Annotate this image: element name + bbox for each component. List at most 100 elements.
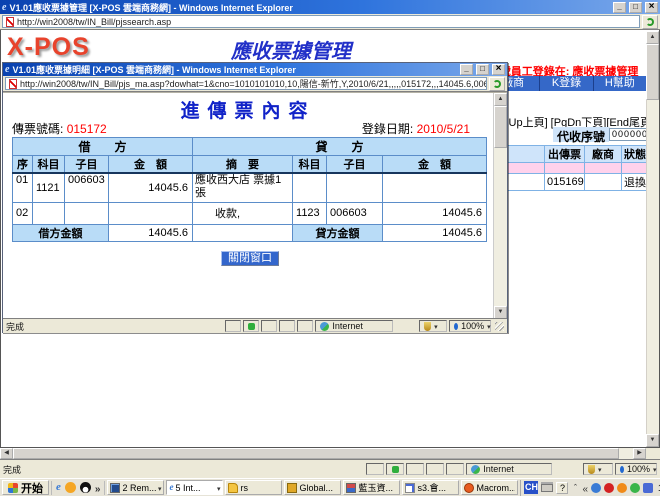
status-segment	[261, 320, 277, 332]
scroll-thumb[interactable]	[646, 44, 659, 100]
page-heading: 應收票據管理	[161, 35, 421, 64]
scroll-down-icon[interactable]	[494, 306, 507, 318]
minimize-icon[interactable]	[460, 64, 473, 75]
scroll-left-icon[interactable]	[0, 448, 13, 459]
col-debit-account: 科目	[33, 156, 65, 174]
tray-messenger-icon[interactable]	[591, 483, 601, 493]
tray-qq-icon[interactable]	[604, 483, 614, 493]
taskbar-button-folder[interactable]: rs	[225, 480, 282, 495]
shield-icon	[424, 322, 431, 331]
status-text: 完成	[3, 463, 364, 476]
globe-icon	[471, 465, 480, 474]
security-zone-panel: Internet	[466, 463, 552, 475]
scrollbar-corner	[646, 448, 660, 459]
popup-titlebar[interactable]: V1.01應收票據明細 [X-POS 雲端商務網] - Windows Inte…	[3, 63, 507, 76]
table-row: 01 1121 006603 14045.6 應收西大店 票據1張	[13, 173, 487, 202]
maximize-icon[interactable]	[476, 64, 489, 75]
qq-icon[interactable]	[80, 482, 91, 493]
register-date-value: 2010/5/21	[417, 122, 470, 136]
collect-serial-label: 代收序號	[553, 127, 609, 142]
zone-label: Internet	[483, 464, 514, 474]
main-horizontal-scrollbar[interactable]	[0, 448, 646, 459]
close-window-button[interactable]: 關閉窗口	[221, 251, 279, 266]
cell-seq: 02	[13, 202, 33, 224]
scroll-up-icon[interactable]	[646, 31, 659, 44]
close-icon[interactable]	[645, 2, 658, 13]
maximize-icon[interactable]	[629, 2, 642, 13]
menu-item-help[interactable]: H幫助	[594, 76, 647, 91]
chevron-collapse-icon[interactable]	[582, 479, 588, 496]
tray-app-icon[interactable]	[617, 483, 627, 493]
filter-cell	[622, 163, 648, 174]
start-button[interactable]: 开始	[2, 480, 49, 495]
chevron-down-icon	[487, 321, 491, 331]
phishing-filter-icon	[392, 466, 399, 473]
taskbar-button-label: 2 Rem...	[122, 483, 155, 493]
taskbar-button-remote-group[interactable]: 2 Rem...	[107, 480, 164, 495]
menu-item-login[interactable]: K登錄	[540, 76, 593, 91]
protected-mode-panel[interactable]	[419, 320, 447, 332]
taskbar-button-ie-group[interactable]: 5 Int...	[166, 480, 223, 495]
resize-grip[interactable]	[495, 322, 504, 331]
language-indicator[interactable]: CH	[524, 481, 538, 494]
voucher-detail-table: 借 方 貸 方 序 科目 子目 金 額 摘 要 科目 子目 金 額 01 112…	[12, 137, 487, 242]
status-segment	[386, 463, 404, 475]
credit-group-header: 貸 方	[193, 138, 487, 156]
taskbar-button-global[interactable]: Global...	[284, 480, 341, 495]
cell-vendor	[585, 174, 622, 191]
cell-status: 退換	[622, 174, 648, 191]
voucher-info-row: 傳票號碼: 015172 登錄日期: 2010/5/21	[12, 120, 470, 137]
printer-icon[interactable]	[541, 484, 553, 492]
scroll-down-icon[interactable]	[646, 434, 659, 447]
taskbar-button-lanyu[interactable]: 藍玉資...	[343, 480, 400, 495]
debit-total-value: 14045.6	[109, 224, 193, 241]
messenger-icon[interactable]	[65, 482, 76, 493]
shield-icon	[588, 465, 595, 474]
scroll-thumb[interactable]	[494, 106, 507, 148]
col-seq: 序	[13, 156, 33, 174]
taskbar-button-label: 5 Int...	[175, 483, 200, 493]
xpos-logo: X-POS	[7, 33, 90, 62]
close-icon[interactable]	[492, 64, 505, 75]
taskbar-button-document[interactable]: s3.會...	[402, 480, 459, 495]
quick-launch-bar	[51, 481, 105, 495]
hscroll-thumb[interactable]	[13, 448, 619, 459]
popup-vertical-scrollbar[interactable]	[493, 93, 507, 318]
totals-memo-cell	[193, 224, 293, 241]
main-vertical-scrollbar[interactable]	[646, 31, 659, 447]
collect-serial-input[interactable]: 000000	[609, 128, 647, 141]
popup-address-input[interactable]: http://win2008/tw/IN_Bill/pjs_ma.asp?dow…	[5, 77, 487, 90]
main-window-title: V1.01應收票據管理 [X-POS 雲端商務網] - Windows Inte…	[9, 1, 610, 14]
zoom-panel[interactable]: 100%	[449, 320, 491, 332]
cell-credit-account	[293, 173, 327, 202]
safely-remove-icon[interactable]	[571, 483, 579, 493]
main-titlebar[interactable]: V1.01應收票據管理 [X-POS 雲端商務網] - Windows Inte…	[0, 0, 660, 14]
scroll-right-icon[interactable]	[633, 448, 646, 459]
tray-network-icon[interactable]	[643, 483, 653, 493]
refresh-button[interactable]	[642, 15, 658, 29]
cell-out-voucher: 015169	[545, 174, 585, 191]
scroll-up-icon[interactable]	[494, 93, 507, 106]
main-horizontal-scrollbar-row	[0, 448, 660, 459]
ie-icon[interactable]	[56, 482, 61, 493]
help-icon[interactable]	[556, 482, 568, 494]
cell-debit-amount: 14045.6	[109, 173, 193, 202]
ie-icon	[5, 64, 9, 75]
protected-mode-panel[interactable]	[583, 463, 613, 475]
macromedia-icon	[464, 483, 474, 493]
chevron-down-icon	[158, 483, 162, 493]
windows-flag-icon	[8, 483, 18, 493]
refresh-icon	[646, 18, 654, 26]
zoom-panel[interactable]: 100%	[615, 463, 657, 475]
tray-scheduler-icon[interactable]	[630, 483, 640, 493]
refresh-button[interactable]	[489, 77, 505, 91]
chevron-more-icon[interactable]	[95, 479, 101, 496]
globe-icon	[320, 322, 329, 331]
cell-credit-account: 1123	[293, 202, 327, 224]
taskbar-button-macromedia[interactable]: Macrom...	[461, 480, 518, 495]
start-label: 开始	[21, 480, 43, 496]
main-address-input[interactable]: http://win2008/tw/IN_Bill/pjssearch.asp	[2, 15, 640, 28]
popup-page: 進傳票內容 傳票號碼: 015172 登錄日期: 2010/5/21 借 方 貸…	[3, 92, 507, 318]
debit-total-label: 借方金額	[13, 224, 109, 241]
minimize-icon[interactable]	[613, 2, 626, 13]
